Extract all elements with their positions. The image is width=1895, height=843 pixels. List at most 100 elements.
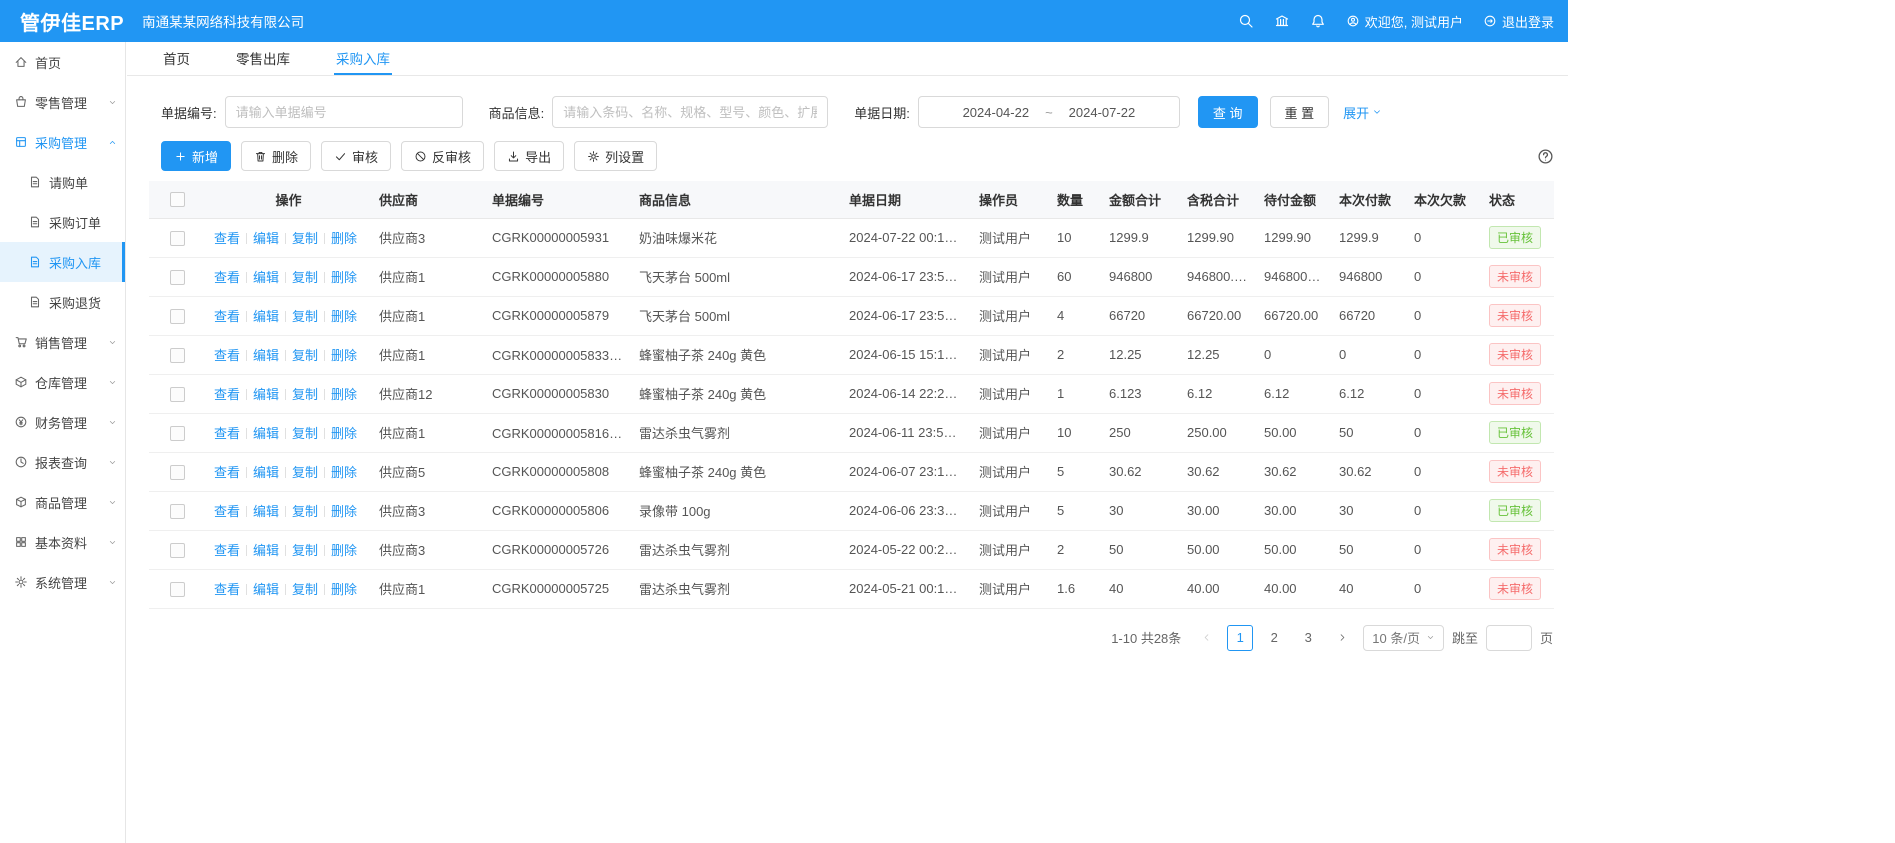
date-range-picker[interactable]: 2024-04-22 ~ 2024-07-22	[918, 96, 1180, 128]
sidebar-item-label: 财务管理	[35, 413, 87, 432]
view-link[interactable]: 查看	[214, 270, 240, 285]
row-checkbox[interactable]	[170, 426, 185, 441]
delete-button[interactable]: 删除	[241, 141, 311, 171]
sidebar-item-report-query[interactable]: 报表查询	[0, 442, 125, 482]
copy-link[interactable]: 复制	[292, 348, 318, 363]
sidebar-item-sales-mgmt[interactable]: 销售管理	[0, 322, 125, 362]
sidebar-item-finance-mgmt[interactable]: 财务管理	[0, 402, 125, 442]
edit-link[interactable]: 编辑	[253, 465, 279, 480]
page-2-button[interactable]: 2	[1261, 625, 1287, 651]
search-button[interactable]: 查 询	[1198, 96, 1258, 128]
cell-quantity: 4	[1049, 296, 1101, 335]
delete-link[interactable]: 删除	[331, 309, 357, 324]
edit-link[interactable]: 编辑	[253, 582, 279, 597]
edit-link[interactable]: 编辑	[253, 231, 279, 246]
view-link[interactable]: 查看	[214, 465, 240, 480]
view-link[interactable]: 查看	[214, 504, 240, 519]
search-icon[interactable]	[1238, 13, 1254, 29]
copy-link[interactable]: 复制	[292, 543, 318, 558]
edit-link[interactable]: 编辑	[253, 543, 279, 558]
sidebar-item-purchase-inbound[interactable]: 采购入库	[0, 242, 125, 282]
copy-link[interactable]: 复制	[292, 426, 318, 441]
cell-operator: 测试用户	[971, 491, 1049, 530]
delete-link[interactable]: 删除	[331, 465, 357, 480]
delete-link[interactable]: 删除	[331, 582, 357, 597]
sidebar-item-purchase-mgmt[interactable]: 采购管理	[0, 122, 125, 162]
delete-link[interactable]: 删除	[331, 270, 357, 285]
row-checkbox[interactable]	[170, 309, 185, 324]
edit-link[interactable]: 编辑	[253, 387, 279, 402]
tab-home[interactable]: 首页	[161, 42, 192, 75]
delete-link[interactable]: 删除	[331, 543, 357, 558]
approve-button[interactable]: 审核	[321, 141, 391, 171]
page-3-button[interactable]: 3	[1295, 625, 1321, 651]
sidebar-item-basic-data[interactable]: 基本资料	[0, 522, 125, 562]
next-page-button[interactable]	[1329, 625, 1355, 651]
view-link[interactable]: 查看	[214, 387, 240, 402]
copy-link[interactable]: 复制	[292, 582, 318, 597]
bell-icon[interactable]	[1310, 13, 1326, 29]
prev-page-button[interactable]	[1193, 625, 1219, 651]
copy-link[interactable]: 复制	[292, 309, 318, 324]
sidebar-item-home[interactable]: 首页	[0, 42, 125, 82]
copy-link[interactable]: 复制	[292, 387, 318, 402]
view-link[interactable]: 查看	[214, 231, 240, 246]
row-checkbox[interactable]	[170, 348, 185, 363]
copy-link[interactable]: 复制	[292, 504, 318, 519]
bill-no-input[interactable]	[225, 96, 463, 128]
row-checkbox[interactable]	[170, 582, 185, 597]
view-link[interactable]: 查看	[214, 309, 240, 324]
copy-link[interactable]: 复制	[292, 465, 318, 480]
row-checkbox[interactable]	[170, 231, 185, 246]
welcome-user[interactable]: 欢迎您, 测试用户	[1346, 12, 1463, 31]
date-to-value[interactable]: 2024-07-22	[1069, 105, 1136, 120]
logout-button[interactable]: 退出登录	[1483, 12, 1554, 31]
cell-bill-no: CGRK00000005931	[484, 218, 631, 257]
expand-link[interactable]: 展开	[1343, 103, 1382, 122]
date-from-value[interactable]: 2024-04-22	[963, 105, 1030, 120]
sidebar-item-goods-mgmt[interactable]: 商品管理	[0, 482, 125, 522]
delete-link[interactable]: 删除	[331, 348, 357, 363]
sidebar-item-warehouse-mgmt[interactable]: 仓库管理	[0, 362, 125, 402]
delete-link[interactable]: 删除	[331, 504, 357, 519]
export-button[interactable]: 导出	[494, 141, 564, 171]
row-checkbox[interactable]	[170, 465, 185, 480]
edit-link[interactable]: 编辑	[253, 309, 279, 324]
goods-info-input[interactable]	[552, 96, 828, 128]
view-link[interactable]: 查看	[214, 426, 240, 441]
sidebar-item-purchase-request[interactable]: 请购单	[0, 162, 125, 202]
bank-icon[interactable]	[1274, 13, 1290, 29]
sidebar-item-purchase-return[interactable]: 采购退货	[0, 282, 125, 322]
reset-button[interactable]: 重 置	[1270, 96, 1330, 128]
edit-link[interactable]: 编辑	[253, 270, 279, 285]
sidebar-item-retail-mgmt[interactable]: 零售管理	[0, 82, 125, 122]
edit-link[interactable]: 编辑	[253, 504, 279, 519]
add-button[interactable]: 新增	[161, 141, 231, 171]
question-icon[interactable]	[1537, 148, 1554, 165]
view-link[interactable]: 查看	[214, 582, 240, 597]
delete-link[interactable]: 删除	[331, 231, 357, 246]
page-size-select[interactable]: 10 条/页	[1363, 625, 1444, 651]
tab-purchase-inbound[interactable]: 采购入库	[334, 42, 392, 75]
select-all-checkbox[interactable]	[170, 192, 185, 207]
copy-link[interactable]: 复制	[292, 231, 318, 246]
copy-link[interactable]: 复制	[292, 270, 318, 285]
view-link[interactable]: 查看	[214, 348, 240, 363]
delete-link[interactable]: 删除	[331, 426, 357, 441]
row-checkbox[interactable]	[170, 387, 185, 402]
view-link[interactable]: 查看	[214, 543, 240, 558]
unapprove-button[interactable]: 反审核	[401, 141, 484, 171]
row-checkbox[interactable]	[170, 270, 185, 285]
jump-page-input[interactable]	[1486, 625, 1532, 651]
column-settings-button[interactable]: 列设置	[574, 141, 657, 171]
page-1-button[interactable]: 1	[1227, 625, 1253, 651]
edit-link[interactable]: 编辑	[253, 348, 279, 363]
tab-retail-outbound[interactable]: 零售出库	[234, 42, 292, 75]
delete-link[interactable]: 删除	[331, 387, 357, 402]
row-checkbox[interactable]	[170, 504, 185, 519]
cell-bill-no: CGRK00000005726	[484, 530, 631, 569]
edit-link[interactable]: 编辑	[253, 426, 279, 441]
sidebar-item-system-mgmt[interactable]: 系统管理	[0, 562, 125, 602]
row-checkbox[interactable]	[170, 543, 185, 558]
sidebar-item-purchase-order[interactable]: 采购订单	[0, 202, 125, 242]
